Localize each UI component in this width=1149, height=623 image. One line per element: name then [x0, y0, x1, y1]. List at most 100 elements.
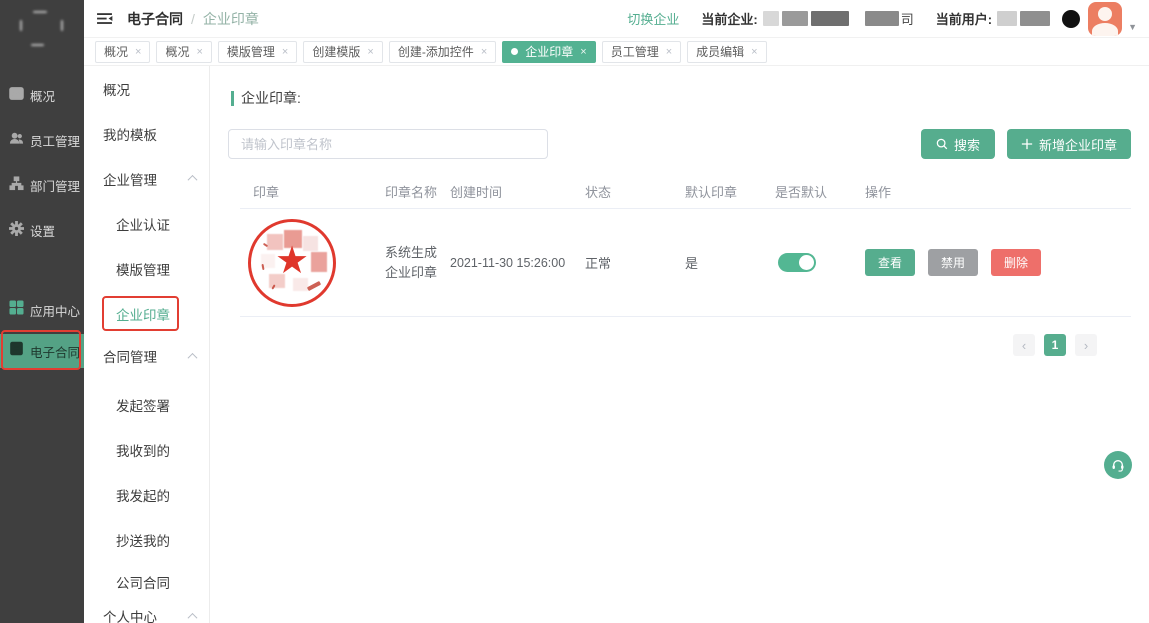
logo-mark	[20, 20, 22, 31]
close-icon[interactable]: ×	[282, 46, 288, 58]
next-page-button[interactable]: ›	[1075, 334, 1097, 356]
menu-item-cc-to-me[interactable]: 抄送我的	[84, 517, 209, 562]
default-toggle-on[interactable]	[778, 253, 816, 272]
col-header-is-default: 是否默认	[775, 182, 865, 201]
current-company-label: 当前企业:	[701, 9, 757, 28]
menu-item-initiated-by-me[interactable]: 我发起的	[84, 472, 209, 517]
menu-group-contract-management[interactable]: 合同管理	[84, 336, 209, 376]
title-accent-bar	[231, 91, 234, 106]
menu-item-company-seal[interactable]: 企业印章	[84, 291, 209, 336]
contract-icon	[9, 341, 24, 361]
close-icon[interactable]: ×	[196, 46, 202, 58]
default-seal-cell: 是	[685, 253, 775, 272]
close-icon[interactable]: ×	[135, 46, 141, 58]
menu-item-company-contracts[interactable]: 公司合同	[84, 562, 209, 602]
primary-sidebar: 概况 员工管理 部门管理 设置 应用中心 电子合同	[0, 0, 84, 623]
tab-create-template[interactable]: 创建模版×	[303, 41, 382, 63]
switch-company-link[interactable]: 切换企业	[627, 9, 679, 28]
col-header-default-seal: 默认印章	[685, 182, 775, 201]
main-content: 企业印章: 搜索 新增企业印章 印章 印章名称 创建时间 状态 默认印章 是否默…	[210, 66, 1149, 623]
page-title-row: 企业印章:	[231, 88, 1149, 108]
sidebar-item-overview[interactable]: 概况	[0, 73, 84, 118]
sidebar-item-app-center[interactable]: 应用中心	[0, 290, 84, 330]
current-user-label: 当前用户:	[936, 9, 992, 28]
app-window: 概况 员工管理 部门管理 设置 应用中心 电子合同	[0, 0, 1149, 623]
chevron-up-icon	[188, 352, 198, 362]
sidebar-item-label: 应用中心	[30, 301, 80, 320]
tab-overview-1[interactable]: 概况×	[95, 41, 150, 63]
company-logo-blurred	[0, 0, 84, 57]
menu-item-my-templates[interactable]: 我的模板	[84, 111, 209, 156]
sidebar-item-label: 员工管理	[30, 131, 80, 150]
disable-button[interactable]: 禁用	[928, 249, 978, 276]
actions-cell: 查看 禁用 删除	[865, 249, 1131, 276]
breadcrumb: 电子合同 / 企业印章	[127, 9, 259, 29]
delete-button[interactable]: 删除	[991, 249, 1041, 276]
menu-item-initiate-signing[interactable]: 发起签署	[84, 382, 209, 427]
menu-group-personal-center[interactable]: 个人中心	[84, 602, 209, 623]
menu-item-company-certification[interactable]: 企业认证	[84, 201, 209, 246]
table-header-row: 印章 印章名称 创建时间 状态 默认印章 是否默认 操作	[240, 175, 1131, 209]
user-avatar[interactable]	[1088, 2, 1122, 36]
sidebar-item-employees[interactable]: 员工管理	[0, 118, 84, 163]
seal-name-cell: 系统生成 企业印章	[385, 243, 450, 283]
page-title: 企业印章:	[241, 88, 301, 108]
view-button[interactable]: 查看	[865, 249, 915, 276]
tab-create-add-controls[interactable]: 创建-添加控件×	[389, 41, 496, 63]
seal-star-icon: ★	[251, 242, 333, 280]
headset-icon	[1110, 457, 1126, 473]
add-company-seal-button[interactable]: 新增企业印章	[1007, 129, 1131, 159]
sidebar-item-departments[interactable]: 部门管理	[0, 163, 84, 208]
sidebar-item-label: 电子合同	[30, 342, 80, 361]
seal-name-search-input[interactable]	[228, 129, 548, 159]
search-button[interactable]: 搜索	[921, 129, 995, 159]
chart-icon	[9, 86, 24, 106]
col-header-created-time: 创建时间	[450, 182, 585, 201]
breadcrumb-current: 企业印章	[203, 9, 259, 29]
close-icon[interactable]: ×	[481, 46, 487, 58]
seal-circle: ★	[248, 219, 336, 307]
menu-item-received[interactable]: 我收到的	[84, 427, 209, 472]
active-dot-icon	[511, 48, 518, 55]
tab-template-management[interactable]: 模版管理×	[218, 41, 297, 63]
secondary-sidebar: 概况 我的模板 企业管理 企业认证 模版管理 企业印章 合同管理 发起签署 我收…	[84, 66, 210, 623]
prev-page-button[interactable]: ‹	[1013, 334, 1035, 356]
sidebar-item-settings[interactable]: 设置	[0, 208, 84, 253]
menu-group-company-management[interactable]: 企业管理	[84, 156, 209, 201]
search-icon	[936, 138, 948, 150]
org-icon	[9, 176, 24, 196]
close-icon[interactable]: ×	[367, 46, 373, 58]
gear-icon	[9, 221, 24, 241]
redacted-user-name	[997, 11, 1050, 26]
chevron-up-icon	[188, 612, 198, 622]
redacted-company-name	[763, 11, 899, 26]
breadcrumb-root[interactable]: 电子合同	[127, 9, 183, 29]
col-header-seal: 印章	[240, 182, 385, 201]
users-icon	[9, 131, 24, 151]
apps-icon	[9, 300, 24, 320]
page-1-button[interactable]: 1	[1044, 334, 1066, 356]
logo-mark	[33, 11, 47, 13]
user-menu-caret-icon[interactable]: ▼	[1128, 22, 1137, 36]
col-header-seal-name: 印章名称	[385, 182, 450, 201]
customer-service-button[interactable]	[1104, 451, 1132, 479]
company-name-suffix: 司	[901, 9, 914, 28]
logo-mark	[31, 44, 44, 46]
close-icon[interactable]: ×	[751, 46, 757, 58]
menu-fold-icon[interactable]	[96, 10, 113, 27]
close-icon[interactable]: ×	[580, 46, 586, 58]
close-icon[interactable]: ×	[666, 46, 672, 58]
created-time-cell: 2021-11-30 15:26:00	[450, 256, 585, 270]
tab-overview-2[interactable]: 概况×	[156, 41, 211, 63]
tab-member-edit[interactable]: 成员编辑×	[687, 41, 766, 63]
seal-table: 印章 印章名称 创建时间 状态 默认印章 是否默认 操作	[240, 175, 1131, 317]
tab-company-seal-active[interactable]: 企业印章×	[502, 41, 595, 63]
open-tabs-bar: 概况× 概况× 模版管理× 创建模版× 创建-添加控件× 企业印章× 员工管理×…	[84, 38, 1149, 66]
breadcrumb-separator: /	[191, 11, 195, 27]
tab-employee-management[interactable]: 员工管理×	[602, 41, 681, 63]
sidebar-item-e-contract[interactable]: 电子合同	[0, 334, 84, 368]
plus-icon	[1021, 138, 1033, 150]
menu-item-template-management[interactable]: 模版管理	[84, 246, 209, 291]
table-row: ★ 系统生成 企业印章 2021-11-30 15:26:00 正常 是 查看 …	[240, 209, 1131, 317]
menu-item-overview[interactable]: 概况	[84, 66, 209, 111]
